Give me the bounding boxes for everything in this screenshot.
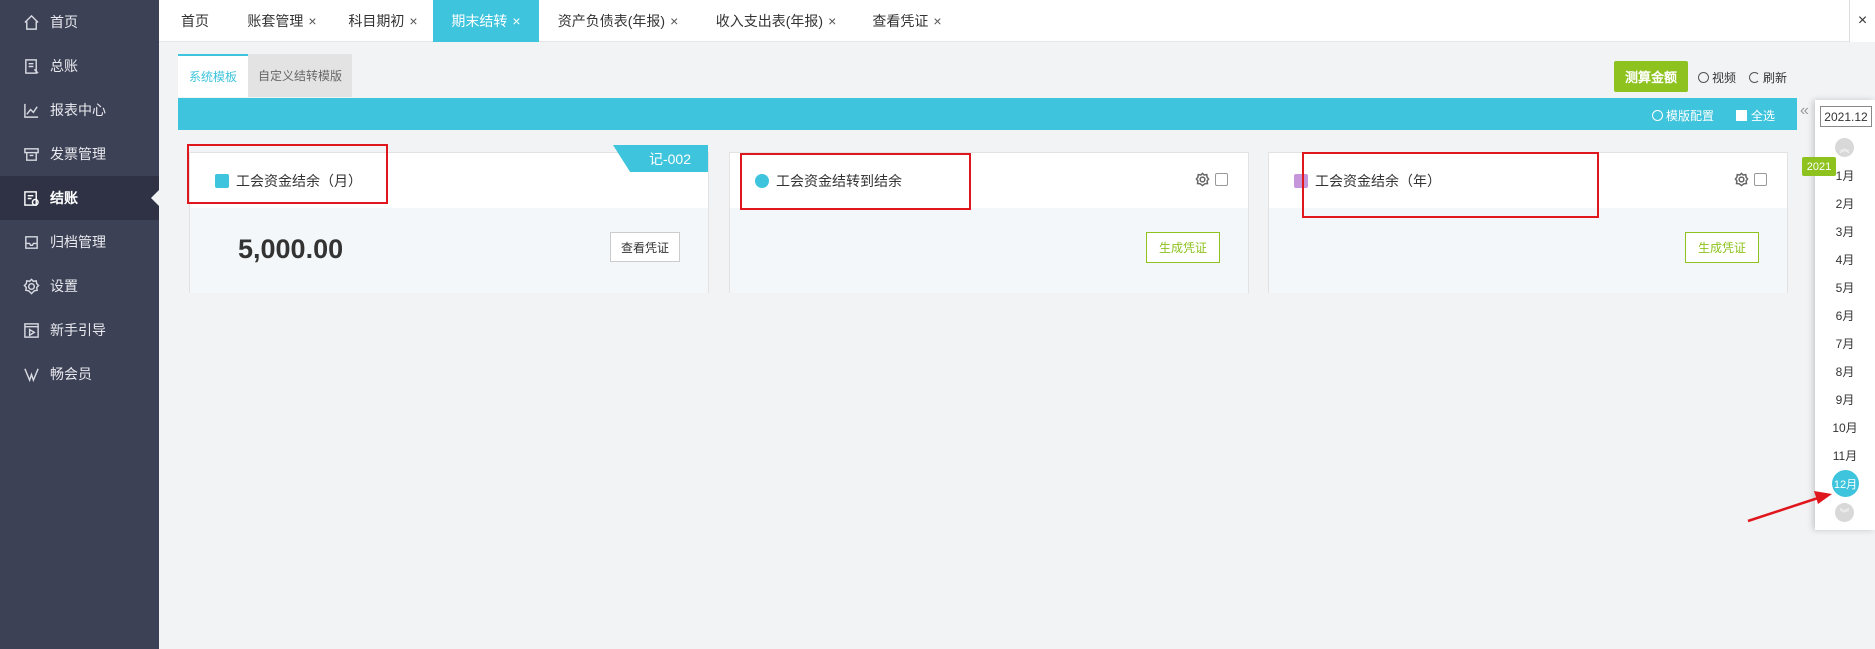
tab-label: 期末结转 — [451, 13, 508, 29]
generate-voucher-button[interactable]: 生成凭证 — [1146, 232, 1220, 263]
annotation-box — [1302, 152, 1599, 218]
generate-voucher-button[interactable]: 生成凭证 — [1685, 232, 1759, 263]
close-icon[interactable]: × — [308, 13, 316, 29]
gear-icon[interactable] — [1734, 172, 1749, 187]
sidebar-item-label: 结账 — [50, 190, 78, 206]
video-link[interactable]: 视频 — [1698, 69, 1736, 86]
archive-icon — [22, 233, 40, 251]
month-item[interactable]: 4月 — [1815, 250, 1875, 270]
tab-balance-sheet[interactable]: 资产负债表(年报) × — [539, 0, 697, 42]
tab-income-expense[interactable]: 收入支出表(年报) × — [697, 0, 855, 42]
annotation-box — [187, 144, 388, 204]
tab-view-voucher[interactable]: 查看凭证 × — [855, 0, 959, 42]
chevron-up-icon[interactable]: ︽ — [1835, 138, 1854, 157]
select-all-checkbox[interactable]: 全选 — [1736, 107, 1775, 124]
sidebar-item-label: 归档管理 — [50, 234, 106, 250]
checkbox[interactable] — [1736, 110, 1747, 121]
select-all-label: 全选 — [1751, 109, 1776, 123]
gear-icon — [22, 277, 40, 295]
sidebar-item-guide[interactable]: 新手引导 — [0, 308, 159, 352]
sidebar-item-label: 首页 — [50, 14, 78, 30]
template-config-link[interactable]: 模版配置 — [1652, 107, 1714, 124]
refresh-label: 刷新 — [1763, 71, 1788, 85]
calc-amount-button[interactable]: 测算金额 — [1614, 61, 1688, 92]
refresh-link[interactable]: 刷新 — [1749, 69, 1787, 86]
vip-icon — [22, 365, 40, 383]
chevron-down-icon[interactable]: ︾ — [1835, 503, 1854, 522]
close-icon[interactable]: × — [933, 13, 941, 29]
tab-bar: 首页 账套管理 × 科目期初 × 期末结转 × 资产负债表(年报) × 收入支出表(年报… — [159, 0, 1875, 42]
tab-label: 账套管理 — [247, 13, 304, 29]
close-all-button[interactable]: × — [1849, 0, 1875, 42]
card-body: 生成凭证 — [1269, 208, 1787, 293]
month-item[interactable]: 5月 — [1815, 278, 1875, 298]
card-checkbox[interactable] — [1215, 173, 1228, 186]
close-icon[interactable]: × — [670, 13, 678, 29]
month-item[interactable]: 9月 — [1815, 390, 1875, 410]
play-icon — [1698, 72, 1709, 83]
close-icon[interactable]: × — [828, 13, 836, 29]
year-badge: 2021 — [1802, 157, 1836, 176]
amount-value: 5,000.00 — [238, 234, 344, 264]
collapse-left-icon[interactable]: « — [1800, 102, 1809, 120]
period-input[interactable]: 2021.12 — [1820, 106, 1872, 127]
tab-home[interactable]: 首页 — [159, 0, 231, 42]
video-icon — [22, 321, 40, 339]
gear-icon[interactable] — [1195, 172, 1210, 187]
chart-icon — [22, 101, 40, 119]
sidebar: 首页 总账 报表中心 发票管理 结账 归档管理 设置 新手引导 畅会员 — [0, 0, 159, 649]
month-item[interactable]: 7月 — [1815, 334, 1875, 354]
sidebar-item-archive[interactable]: 归档管理 — [0, 220, 159, 264]
card-body: 5,000.00 查看凭证 — [190, 208, 708, 293]
sidebar-item-home[interactable]: 首页 — [0, 0, 159, 44]
close-icon[interactable]: × — [409, 13, 417, 29]
month-item[interactable]: 8月 — [1815, 362, 1875, 382]
sidebar-item-label: 设置 — [50, 278, 78, 294]
sidebar-item-reports[interactable]: 报表中心 — [0, 88, 159, 132]
video-label: 视频 — [1712, 71, 1737, 85]
tab-opening-balance[interactable]: 科目期初 × — [333, 0, 433, 42]
month-item-selected[interactable]: 12月 — [1832, 470, 1859, 497]
sidebar-item-ledger[interactable]: 总账 — [0, 44, 159, 88]
ledger-icon — [22, 57, 40, 75]
sidebar-item-label: 发票管理 — [50, 146, 106, 162]
sidebar-item-label: 新手引导 — [50, 322, 106, 338]
checkout-icon — [22, 189, 40, 207]
card-body: 生成凭证 — [730, 208, 1248, 293]
month-item[interactable]: 11月 — [1815, 446, 1875, 466]
home-icon — [22, 13, 40, 31]
close-icon[interactable]: × — [512, 13, 520, 29]
tab-account-set[interactable]: 账套管理 × — [231, 0, 333, 42]
sidebar-item-invoice[interactable]: 发票管理 — [0, 132, 159, 176]
template-toolbar: 模版配置 全选 — [178, 98, 1797, 130]
invoice-icon — [22, 145, 40, 163]
tab-custom-template[interactable]: 自定义结转模版 — [248, 54, 352, 97]
tab-label: 查看凭证 — [872, 13, 929, 29]
month-item[interactable]: 3月 — [1815, 222, 1875, 242]
sidebar-item-label: 报表中心 — [50, 102, 106, 118]
tab-period-end-transfer[interactable]: 期末结转 × — [433, 0, 539, 42]
view-voucher-button[interactable]: 查看凭证 — [610, 232, 680, 262]
tab-label: 科目期初 — [348, 13, 405, 29]
month-item[interactable]: 10月 — [1815, 418, 1875, 438]
sidebar-item-checkout[interactable]: 结账 — [0, 176, 159, 220]
tab-system-template[interactable]: 系统模板 — [178, 54, 248, 97]
template-config-label: 模版配置 — [1666, 109, 1715, 123]
annotation-box — [740, 153, 971, 210]
gear-icon — [1652, 110, 1663, 121]
sidebar-item-settings[interactable]: 设置 — [0, 264, 159, 308]
card-checkbox[interactable] — [1754, 173, 1767, 186]
sidebar-item-label: 总账 — [50, 58, 78, 74]
tab-label: 首页 — [181, 13, 209, 29]
sidebar-item-label: 畅会员 — [50, 366, 92, 382]
month-item[interactable]: 6月 — [1815, 306, 1875, 326]
month-item[interactable]: 2月 — [1815, 194, 1875, 214]
sidebar-item-vip[interactable]: 畅会员 — [0, 352, 159, 396]
tab-label: 收入支出表(年报) — [715, 13, 824, 29]
tab-label: 资产负债表(年报) — [557, 13, 666, 29]
refresh-icon — [1749, 72, 1760, 83]
